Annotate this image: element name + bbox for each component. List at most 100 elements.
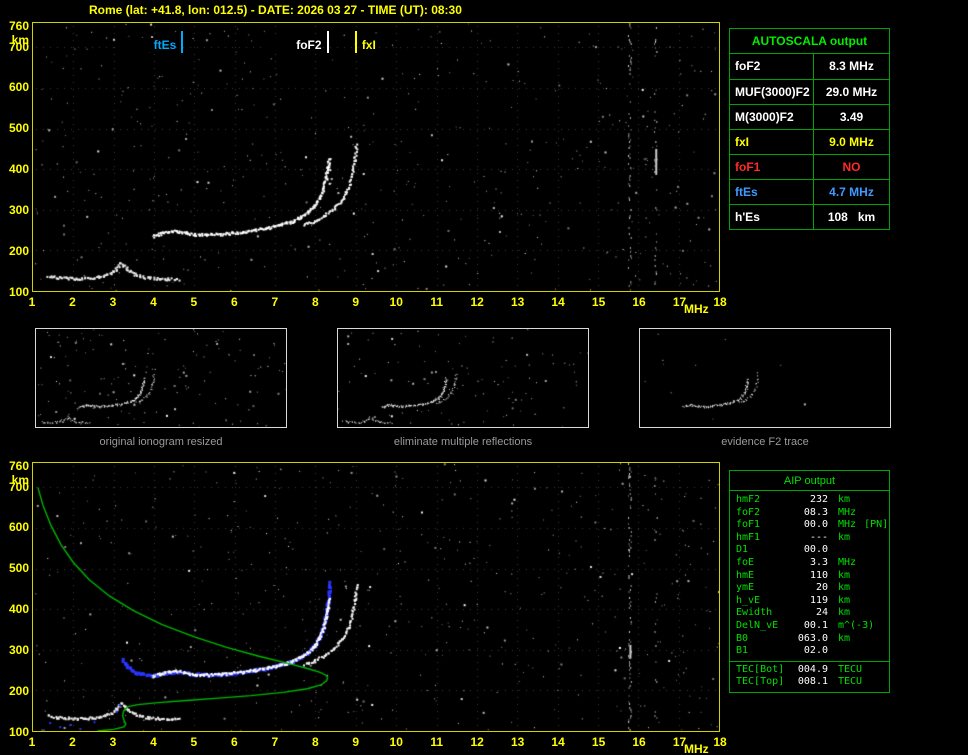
x-tick-18-top: 18 bbox=[713, 295, 727, 309]
autoscala-row-h'Es: h'Es 108 km bbox=[730, 204, 889, 229]
y-tick-760-bottom: 760 bbox=[8, 459, 29, 473]
station-date-header: Rome (lat: +41.8, lon: 012.5) - DATE: 20… bbox=[89, 3, 462, 17]
x-tick-7-bottom: 7 bbox=[271, 735, 279, 749]
y-axis-unit-bottom: km bbox=[11, 473, 29, 487]
thumb-canvas-eliminate bbox=[338, 329, 588, 427]
y-tick-200-top: 200 bbox=[8, 244, 29, 259]
aip-param-unit: km bbox=[838, 531, 851, 543]
aip-param-unit: TECU bbox=[838, 676, 863, 688]
x-tick-6-bottom: 6 bbox=[231, 735, 238, 749]
aip-param-value: 24 bbox=[815, 607, 828, 619]
aip-row-hmF2: hmF2 232 km bbox=[730, 494, 889, 507]
marker-label-fxI: fxI bbox=[361, 38, 376, 52]
autoscala-param-value: 29.0 MHz bbox=[825, 85, 878, 99]
thumb-caption-original: original ionogram resized bbox=[99, 436, 223, 448]
ionogram-plot-top: ftEs foF2 fxI bbox=[32, 22, 720, 292]
aip-param-value: 20 bbox=[815, 582, 828, 594]
aip-param-unit: km bbox=[838, 632, 851, 644]
aip-param-unit: km bbox=[838, 569, 851, 581]
y-tick-600-top: 600 bbox=[8, 80, 29, 95]
aip-param-value: 00.0 bbox=[803, 544, 828, 556]
aip-param-value: 00.0 bbox=[803, 519, 828, 531]
x-tick-14-top: 14 bbox=[551, 295, 565, 309]
aip-param-unit: MHz bbox=[838, 519, 857, 531]
aip-param-value: 008.1 bbox=[797, 676, 828, 688]
aip-param-label: hmF2 bbox=[736, 494, 761, 505]
y-tick-500-top: 500 bbox=[8, 121, 29, 136]
aip-param-value: 119 bbox=[809, 594, 828, 606]
aip-row-hmE: hmE 110 km bbox=[730, 570, 889, 583]
aip-param-unit: km bbox=[838, 582, 851, 594]
x-tick-15-bottom: 15 bbox=[591, 735, 606, 749]
aip-param-unit: km bbox=[838, 494, 851, 505]
autoscala-param-label: fxI bbox=[730, 130, 814, 154]
x-tick-11-bottom: 11 bbox=[430, 735, 444, 749]
aip-param-value: 110 bbox=[809, 569, 828, 581]
aip-param-unit: m^(-3) bbox=[838, 619, 875, 631]
marker-label-foF2: foF2 bbox=[263, 38, 322, 52]
autoscala-param-label: foF1 bbox=[730, 155, 814, 179]
autoscala-row-foF1: foF1 NO bbox=[730, 154, 889, 179]
aip-param-value: 004.9 bbox=[797, 663, 828, 675]
aip-param-unit: km bbox=[838, 594, 851, 606]
aip-param-label: h_vE bbox=[736, 594, 761, 606]
aip-row-DelN_vE: DelN_vE 00.1 m^(-3) bbox=[730, 620, 889, 633]
aip-output-title: AIP output bbox=[730, 471, 889, 491]
autoscala-row-M(3000)F2: M(3000)F2 3.49 bbox=[730, 104, 889, 129]
aip-param-label: hmF1 bbox=[736, 531, 761, 543]
x-tick-9-top: 9 bbox=[352, 295, 360, 309]
x-tick-5-bottom: 5 bbox=[190, 735, 198, 749]
y-tick-400-bottom: 400 bbox=[8, 602, 29, 617]
thumb-caption-evidence: evidence F2 trace bbox=[721, 436, 809, 448]
autoscala-param-label: ftEs bbox=[730, 180, 814, 204]
autoscala-param-value: 3.49 bbox=[839, 110, 864, 124]
aip-param-unit: TECU bbox=[838, 663, 863, 675]
x-tick-13-bottom: 13 bbox=[510, 735, 525, 749]
autoscala-param-value: 8.3 MHz bbox=[829, 59, 874, 73]
autoscala-row-ftEs: ftEs 4.7 MHz bbox=[730, 179, 889, 204]
ionogram-plot-bottom bbox=[32, 462, 720, 732]
aip-row-foF1: foF1 00.0 MHz [PN] bbox=[730, 519, 889, 532]
y-tick-760-top: 760 bbox=[8, 19, 29, 33]
x-tick-1-bottom: 1 bbox=[28, 735, 36, 749]
marker-label-ftEs: ftEs bbox=[118, 38, 177, 52]
x-tick-14-bottom: 14 bbox=[551, 735, 565, 749]
aip-param-value: 08.3 bbox=[803, 506, 828, 518]
x-tick-2-top: 2 bbox=[69, 295, 76, 309]
aip-param-label: D1 bbox=[736, 544, 749, 556]
aip-row-foE: foE 3.3 MHz bbox=[730, 557, 889, 570]
ionogram-bottom-canvas bbox=[33, 463, 719, 731]
autoscala-param-value: 9.0 MHz bbox=[829, 135, 874, 149]
x-tick-8-top: 8 bbox=[311, 295, 319, 309]
x-tick-16-top: 16 bbox=[632, 295, 646, 309]
x-tick-10-bottom: 10 bbox=[389, 735, 403, 749]
autoscala-row-foF2: foF2 8.3 MHz bbox=[730, 54, 889, 79]
aip-param-label: TEC[Bot] bbox=[736, 663, 785, 675]
aip-tec-section: TEC[Bot] 004.9 TECU TEC[Top] 008.1 TECU bbox=[730, 660, 889, 692]
aip-param-label: foF2 bbox=[736, 506, 761, 518]
x-tick-3-top: 3 bbox=[109, 295, 117, 309]
thumb-canvas-evidence bbox=[640, 329, 890, 427]
aip-param-label: B1 bbox=[736, 645, 749, 657]
aip-tec-row-TEC[Bot]: TEC[Bot] 004.9 TECU bbox=[730, 664, 889, 677]
aip-param-note: [PN] bbox=[864, 519, 889, 531]
aip-param-label: ymE bbox=[736, 582, 755, 594]
y-tick-300-bottom: 300 bbox=[8, 643, 29, 658]
aip-row-ymE: ymE 20 km bbox=[730, 582, 889, 595]
y-tick-300-top: 300 bbox=[8, 203, 29, 218]
x-tick-12-top: 12 bbox=[470, 295, 484, 309]
x-tick-12-bottom: 12 bbox=[470, 735, 484, 749]
y-tick-500-bottom: 500 bbox=[8, 561, 29, 576]
aip-row-foF2: foF2 08.3 MHz bbox=[730, 507, 889, 520]
autoscala-param-value: 108 km bbox=[827, 210, 876, 224]
aip-row-hmF1: hmF1 --- km bbox=[730, 532, 889, 545]
x-tick-4-top: 4 bbox=[150, 295, 157, 309]
autoscala-row-MUF(3000)F2: MUF(3000)F2 29.0 MHz bbox=[730, 79, 889, 104]
aip-param-value: 232 bbox=[809, 494, 828, 505]
aip-param-value: 063.0 bbox=[797, 632, 828, 644]
ionogram-top-canvas bbox=[33, 23, 719, 291]
x-tick-10-top: 10 bbox=[389, 295, 403, 309]
aip-param-label: hmE bbox=[736, 569, 755, 581]
autoscala-output-rows: foF2 8.3 MHz MUF(3000)F2 29.0 MHz M(3000)F2 3… bbox=[730, 54, 889, 229]
aip-row-B1: B1 02.0 bbox=[730, 645, 889, 658]
